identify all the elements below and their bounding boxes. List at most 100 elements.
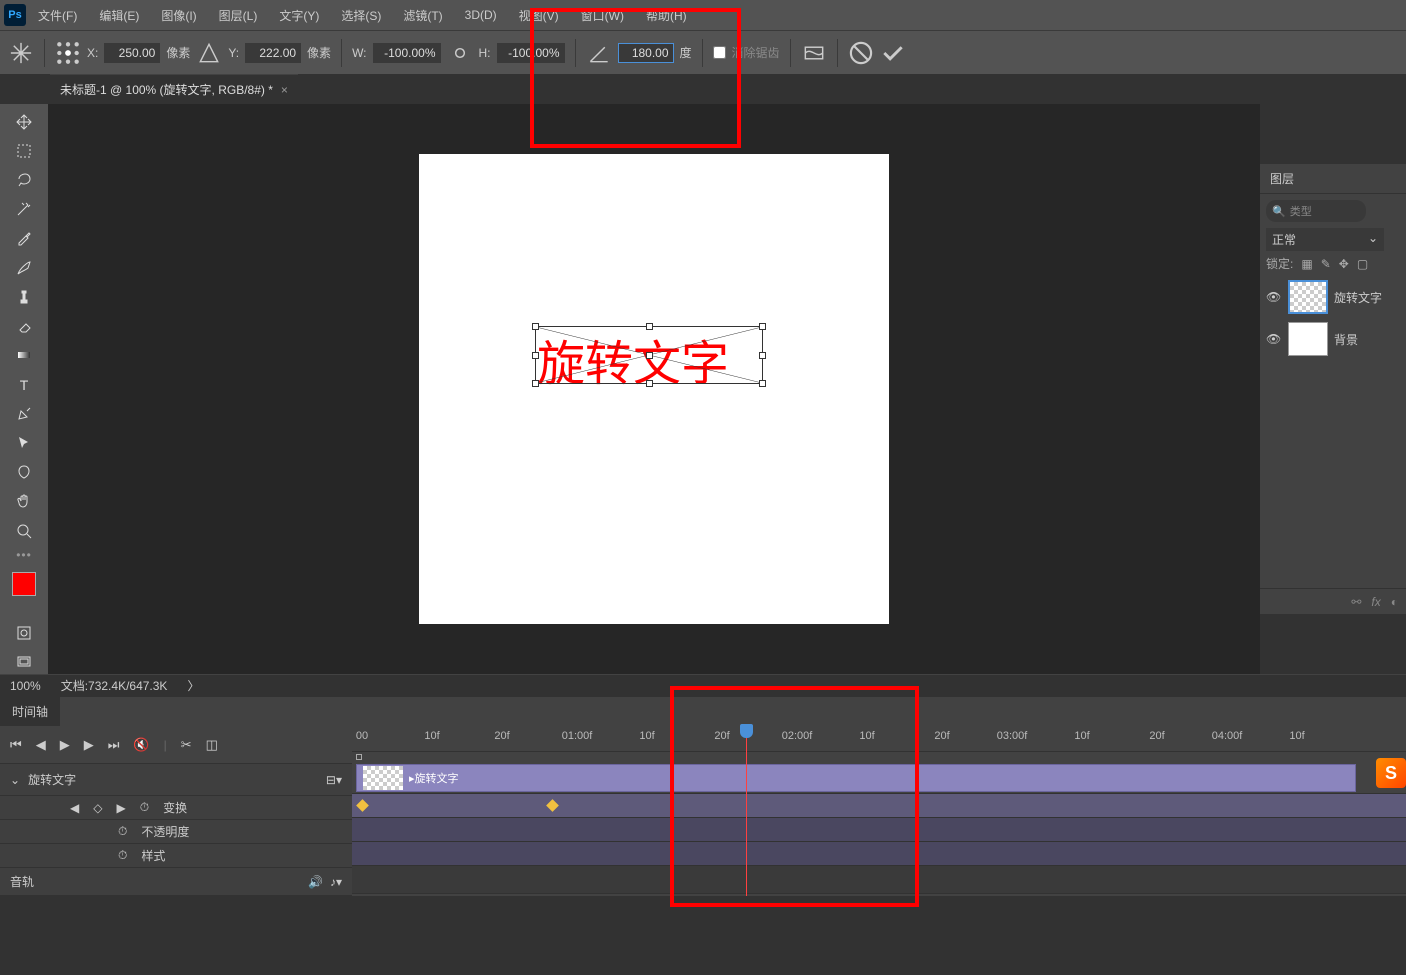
style-keyframe-track[interactable] [352,842,1406,866]
canvas-area[interactable]: 旋转文字 [48,104,1260,674]
timeline-ruler[interactable]: 00 10f 20f 01:00f 10f 20f 02:00f 10f 20f… [352,726,1406,752]
play-icon[interactable]: ▶ [60,737,70,753]
eraser-tool[interactable] [9,315,39,338]
menu-layer[interactable]: 图层(L) [209,3,268,28]
music-icon[interactable]: ♪▾ [330,875,342,889]
prop-transform[interactable]: ◀ ◇ ▶ ⏱ 变换 [0,796,352,820]
goto-end-icon[interactable]: ⏭ [108,737,120,753]
handle-s[interactable] [646,380,653,387]
warp-icon[interactable] [801,40,827,66]
x-input[interactable] [104,43,160,63]
menu-help[interactable]: 帮助(H) [636,3,697,28]
wand-tool[interactable] [9,198,39,221]
mute-icon[interactable]: 🔇 [133,737,149,753]
canvas[interactable]: 旋转文字 [419,154,889,624]
menu-file[interactable]: 文件(F) [28,3,87,28]
layers-panel-tab[interactable]: 图层 [1260,164,1406,194]
prop-style[interactable]: ⏱ 样式 [0,844,352,868]
pen-tool[interactable] [9,402,39,425]
layer-thumb[interactable] [1288,322,1328,356]
handle-sw[interactable] [532,380,539,387]
menu-window[interactable]: 窗口(W) [571,3,634,28]
eyedropper-tool[interactable] [9,227,39,250]
link-icon[interactable] [447,40,473,66]
stamp-tool[interactable] [9,285,39,308]
stopwatch-icon[interactable]: ⏱ [118,848,127,863]
handle-nw[interactable] [532,323,539,330]
menu-edit[interactable]: 编辑(E) [89,3,149,28]
screenmode-tool[interactable] [9,651,39,674]
commit-icon[interactable] [880,40,906,66]
playhead[interactable] [746,726,747,896]
transition-icon[interactable]: ◫ [206,737,218,753]
cancel-icon[interactable] [848,40,874,66]
timeline-tab[interactable]: 时间轴 [0,697,60,726]
zoom-level[interactable]: 100% [10,679,41,693]
next-key-icon[interactable]: ▶ [116,801,125,815]
speaker-icon[interactable]: 🔊 [308,875,323,889]
transform-bbox[interactable] [535,326,763,384]
layer-row-0[interactable]: 👁 旋转文字 [1266,276,1400,318]
audio-track[interactable] [352,866,1406,894]
y-input[interactable] [245,43,301,63]
handle-n[interactable] [646,323,653,330]
prop-opacity[interactable]: ⏱ 不透明度 [0,820,352,844]
mask-icon[interactable]: ◐ [1391,595,1398,609]
delta-icon[interactable] [196,40,222,66]
prev-frame-icon[interactable]: ◀ [36,737,46,753]
ref-point-icon[interactable] [55,40,81,66]
move-tool[interactable] [9,110,39,133]
fx-icon[interactable]: fx [1371,595,1380,609]
menu-image[interactable]: 图像(I) [151,3,206,28]
track-menu-icon[interactable]: ⊟▾ [326,773,342,787]
work-area-start[interactable] [356,754,362,760]
hand-tool[interactable] [9,490,39,513]
opacity-keyframe-track[interactable] [352,818,1406,842]
playhead-handle[interactable] [740,724,753,738]
type-tool[interactable]: T [9,373,39,396]
marquee-tool[interactable] [9,139,39,162]
blend-mode-dropdown[interactable]: 正常⌄ [1266,228,1384,251]
stopwatch-icon[interactable]: ⏱ [118,824,127,839]
w-input[interactable] [373,43,441,63]
next-frame-icon[interactable]: ▶ [84,737,94,753]
transform-keyframe-track[interactable] [352,794,1406,818]
handle-se[interactable] [759,380,766,387]
angle-input[interactable] [618,43,674,63]
timeline-clip-track[interactable]: ▸ 旋转文字 [352,762,1406,794]
shape-tool[interactable] [9,461,39,484]
split-icon[interactable]: ✂ [181,737,192,753]
zoom-tool[interactable] [9,519,39,542]
handle-center[interactable] [646,352,653,359]
stopwatch-icon[interactable]: ⏱ [140,800,149,815]
brush-tool[interactable] [9,256,39,279]
menu-3d[interactable]: 3D(D) [455,4,507,26]
document-tab[interactable]: 未标题-1 @ 100% (旋转文字, RGB/8#) * × [50,74,298,104]
layer-row-1[interactable]: 👁 背景 [1266,318,1400,360]
path-select-tool[interactable] [9,431,39,454]
doc-info[interactable]: 文档:732.4K/647.3K [61,677,168,694]
keyframe[interactable] [546,799,559,812]
transform-tool-icon[interactable] [8,40,34,66]
menu-type[interactable]: 文字(Y) [269,3,329,28]
handle-e[interactable] [759,352,766,359]
close-icon[interactable]: × [281,83,288,97]
lasso-tool[interactable] [9,168,39,191]
handle-w[interactable] [532,352,539,359]
visibility-icon[interactable]: 👁 [1266,332,1282,346]
prev-key-icon[interactable]: ◀ [70,801,79,815]
doc-info-arrow[interactable]: 〉 [187,677,199,694]
more-tools[interactable]: ••• [16,548,32,562]
link-layers-icon[interactable]: ⚯ [1351,595,1361,609]
menu-select[interactable]: 选择(S) [331,3,391,28]
quickmask-tool[interactable] [9,622,39,645]
gradient-tool[interactable] [9,344,39,367]
ime-indicator[interactable]: S [1376,758,1406,788]
audio-track-header[interactable]: 音轨 🔊 ♪▾ [0,868,352,896]
lock-position-icon[interactable]: ✥ [1339,257,1349,271]
lock-artboard-icon[interactable]: ▢ [1357,257,1368,271]
layer-filter-search[interactable]: 🔍 类型 [1266,200,1366,222]
lock-transparency-icon[interactable]: ▦ [1301,257,1312,271]
menu-filter[interactable]: 滤镜(T) [393,3,452,28]
chevron-down-icon[interactable]: ⌄ [10,773,20,787]
